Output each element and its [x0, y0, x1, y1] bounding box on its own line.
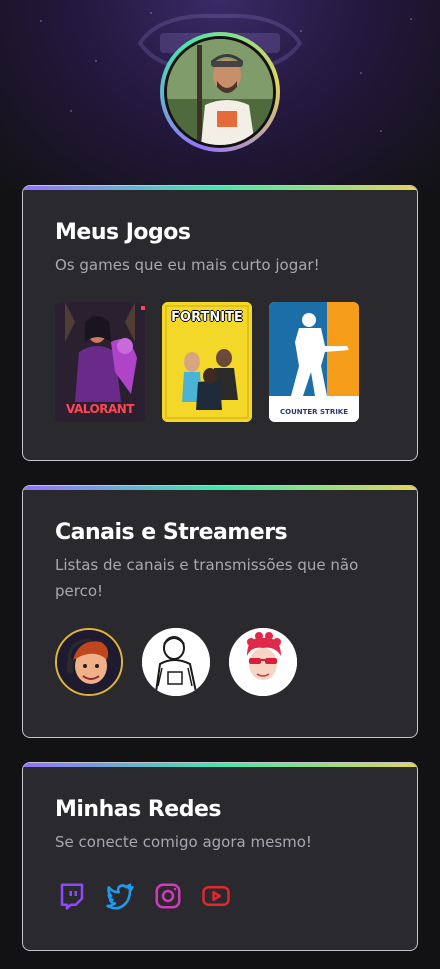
games-card-subtitle: Os games que eu mais curto jogar!	[55, 256, 320, 274]
streamer-redhead-icon	[229, 628, 297, 696]
streamer-cartoon-icon	[57, 630, 121, 694]
streamers-card-subtitle: Listas de canais e transmissões que não …	[55, 556, 359, 600]
social-card: Minhas Redes Se conecte comigo agora mes…	[22, 762, 418, 951]
streamers-card: Canais e Streamers Listas de canais e tr…	[22, 485, 418, 738]
game-caption: VALORANT	[66, 402, 134, 416]
twitter-icon[interactable]	[105, 881, 135, 911]
streamer-sketch-icon	[142, 628, 210, 696]
counter-strike-cover-icon	[269, 302, 359, 422]
instagram-icon[interactable]	[153, 881, 183, 911]
youtube-icon[interactable]	[201, 881, 231, 911]
streamer-avatar[interactable]	[55, 628, 123, 696]
game-caption: COUNTER STRIKE	[279, 408, 349, 416]
games-card: Meus Jogos Os games que eu mais curto jo…	[22, 185, 418, 461]
streamer-avatar[interactable]	[142, 628, 210, 696]
streamers-card-title: Canais e Streamers	[55, 520, 288, 545]
page: Meus Jogos Os games que eu mais curto jo…	[0, 0, 440, 969]
game-caption: FORTNITE	[171, 310, 243, 325]
twitch-icon[interactable]	[57, 881, 87, 911]
social-card-subtitle: Se conecte comigo agora mesmo!	[55, 833, 312, 851]
social-card-title: Minhas Redes	[55, 797, 221, 822]
avatar-photo	[167, 39, 273, 145]
streamer-avatar[interactable]	[229, 628, 297, 696]
game-counter-strike[interactable]: COUNTER STRIKE	[269, 302, 359, 422]
profile-avatar[interactable]	[160, 32, 280, 152]
games-card-title: Meus Jogos	[55, 220, 191, 245]
game-valorant[interactable]: VALORANT	[55, 302, 145, 422]
game-fortnite[interactable]: FORTNITE	[162, 302, 252, 422]
avatar	[167, 39, 273, 145]
